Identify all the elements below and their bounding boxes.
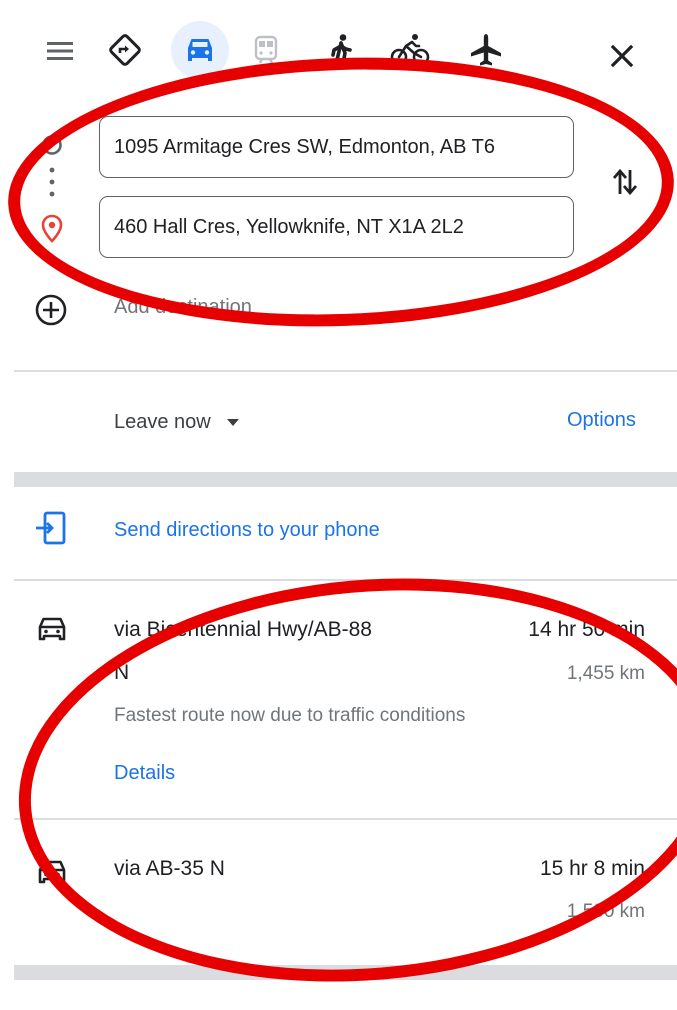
- chevron-down-icon: [226, 411, 240, 434]
- close-icon[interactable]: [607, 41, 637, 71]
- route-car-icon: [36, 857, 68, 887]
- travel-mode-best[interactable]: [97, 22, 153, 78]
- divider: [14, 818, 677, 820]
- route-distance: 1,500 km: [566, 901, 645, 922]
- send-to-phone-link[interactable]: Send directions to your phone: [114, 519, 380, 542]
- departure-dropdown[interactable]: Leave now: [114, 411, 240, 434]
- route-duration: 14 hr 50 min: [528, 618, 645, 641]
- route-distance: 1,455 km: [566, 663, 645, 684]
- section-separator: [14, 965, 677, 980]
- menu-icon[interactable]: [45, 36, 75, 66]
- route-dots: [48, 166, 56, 202]
- travel-mode-flights[interactable]: [458, 22, 514, 78]
- send-to-phone-icon[interactable]: [34, 510, 68, 546]
- options-button[interactable]: Options: [567, 409, 636, 432]
- route-duration: 15 hr 8 min: [539, 857, 645, 880]
- destination-pin-icon: [39, 214, 65, 244]
- travel-mode-cycling[interactable]: [382, 22, 438, 78]
- divider: [14, 370, 677, 372]
- add-destination-icon[interactable]: [34, 293, 68, 327]
- section-separator: [14, 472, 677, 487]
- annotation-ellipse-inputs: [3, 46, 677, 338]
- airplane-icon: [471, 34, 501, 66]
- travel-mode-transit[interactable]: [238, 22, 294, 78]
- details-link[interactable]: Details: [114, 762, 175, 785]
- route-car-icon: [36, 614, 68, 644]
- walking-icon: [331, 34, 352, 66]
- departure-label: Leave now: [114, 411, 211, 433]
- origin-marker-icon: [41, 134, 63, 156]
- destination-input[interactable]: [99, 196, 574, 258]
- bicycle-icon: [390, 34, 430, 66]
- route-title[interactable]: via AB-35 N: [114, 857, 225, 881]
- route-title-continued[interactable]: N: [114, 661, 129, 685]
- travel-mode-driving[interactable]: [171, 21, 229, 79]
- divider: [14, 579, 677, 581]
- train-icon: [254, 35, 278, 64]
- travel-mode-walking[interactable]: [313, 22, 369, 78]
- add-destination-label[interactable]: Add destination: [114, 296, 252, 319]
- directions-diamond-icon: [109, 34, 141, 66]
- car-icon: [188, 39, 212, 61]
- route-title[interactable]: via Bicentennial Hwy/AB-88: [114, 618, 372, 642]
- origin-input[interactable]: [99, 116, 574, 178]
- swap-icon[interactable]: [610, 164, 640, 200]
- route-note: Fastest route now due to traffic conditi…: [114, 705, 466, 726]
